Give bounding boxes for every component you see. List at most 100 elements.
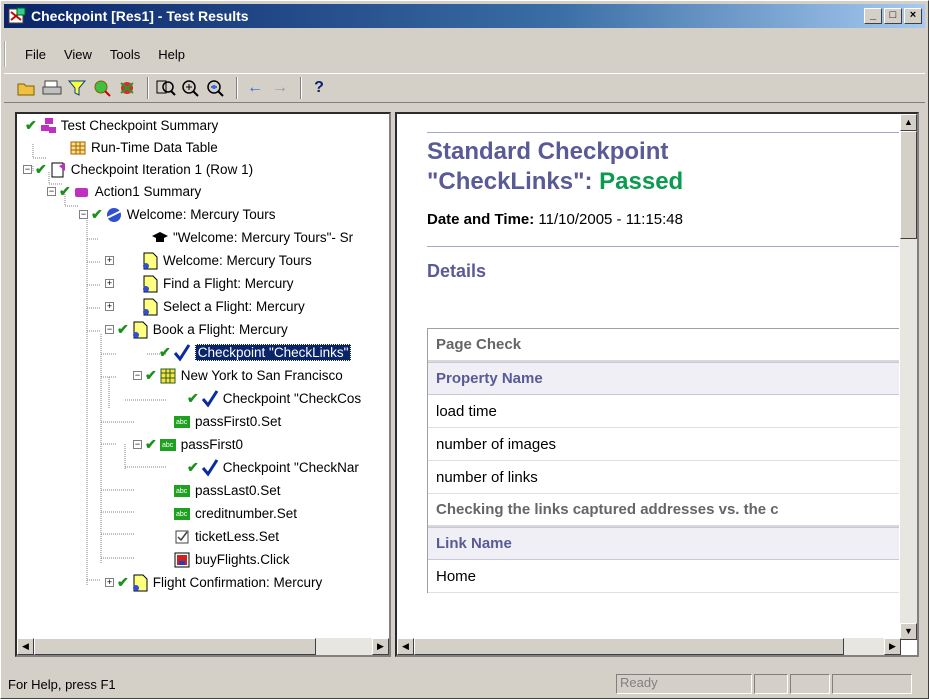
edit-field-icon: abc (173, 505, 191, 523)
menu-help[interactable]: Help (149, 47, 194, 62)
tree-item[interactable]: abc creditnumber.Set (173, 503, 297, 524)
checkbox-icon (173, 528, 191, 546)
svg-text:abc: abc (176, 419, 188, 426)
iteration-icon (49, 161, 67, 179)
report-title: Standard Checkpoint "CheckLinks": Passed (427, 138, 684, 195)
close-button[interactable]: × (904, 8, 922, 24)
scroll-thumb[interactable] (34, 638, 316, 655)
details-table: Page Check Property Name load time numbe… (427, 328, 899, 593)
expand-toggle[interactable]: + (105, 302, 114, 311)
zoom-in-icon[interactable] (180, 77, 202, 99)
tree-item[interactable]: − ✔ abc passFirst0 (133, 434, 243, 455)
collapse-toggle[interactable]: − (23, 165, 32, 174)
tree-item[interactable]: + Find a Flight: Mercury (105, 273, 294, 294)
tree-item[interactable]: − ✔ Book a Flight: Mercury (105, 319, 288, 340)
tree-item[interactable]: ✔ Checkpoint "CheckNar (187, 457, 359, 478)
expand-toggle[interactable]: + (105, 256, 114, 265)
menu-view[interactable]: View (55, 47, 101, 62)
open-icon[interactable] (16, 77, 38, 99)
collapse-toggle[interactable]: − (79, 210, 88, 219)
toolbar-separator (147, 77, 149, 99)
checkmark-icon: ✔ (25, 117, 37, 133)
collapse-toggle[interactable]: − (133, 371, 142, 380)
svg-text:abc: abc (176, 488, 188, 495)
checkmark-icon: ✔ (91, 206, 103, 222)
help-icon[interactable]: ? (308, 77, 330, 99)
details-heading: Details (427, 261, 487, 281)
scroll-thumb[interactable] (414, 638, 844, 655)
minimize-button[interactable]: _ (864, 8, 882, 24)
tree-item[interactable]: abc passFirst0.Set (173, 411, 281, 432)
filter-icon[interactable] (66, 77, 88, 99)
collapse-toggle[interactable]: − (47, 187, 56, 196)
scroll-right-icon[interactable]: ▶ (884, 638, 901, 655)
results-tree[interactable]: ✔ Test Checkpoint Summary Run-Time Data … (15, 112, 391, 657)
menu-bar: File View Tools Help (4, 41, 194, 67)
status-panel (754, 674, 788, 694)
table-row: Home (428, 560, 899, 593)
expand-toggle[interactable]: + (105, 578, 114, 587)
tree-item[interactable]: "Welcome: Mercury Tours"- Sr (151, 227, 353, 248)
checkmark-icon: ✔ (145, 367, 157, 383)
print-icon[interactable] (41, 77, 63, 99)
scroll-up-icon[interactable]: ▲ (900, 114, 917, 131)
collapse-toggle[interactable]: − (133, 440, 142, 449)
tree-item[interactable]: abc passLast0.Set (173, 480, 281, 501)
action-icon (73, 183, 91, 201)
tree-item[interactable]: − ✔ Checkpoint Iteration 1 (Row 1) (23, 159, 253, 180)
scroll-down-icon[interactable]: ▼ (900, 623, 917, 640)
checkmark-icon: ✔ (59, 183, 71, 199)
window-title: Checkpoint [Res1] - Test Results (31, 8, 249, 24)
svg-text:abc: abc (176, 511, 188, 518)
tree-item[interactable]: + Select a Flight: Mercury (105, 296, 305, 317)
bug-icon[interactable] (116, 77, 138, 99)
tree-item[interactable]: ✔ Test Checkpoint Summary (25, 115, 218, 136)
tree-item[interactable]: + ✔ Flight Confirmation: Mercury (105, 572, 322, 593)
checkpoint-icon (201, 458, 219, 477)
tree-item[interactable]: − ✔ Welcome: Mercury Tours (79, 204, 276, 225)
find-icon[interactable] (91, 77, 113, 99)
scroll-left-icon[interactable]: ◀ (17, 638, 34, 655)
status-help-text: For Help, press F1 (8, 676, 116, 692)
tree-item[interactable]: + Welcome: Mercury Tours (105, 250, 312, 271)
tree-item[interactable]: Run-Time Data Table (69, 137, 218, 158)
expand-toggle[interactable]: + (105, 279, 114, 288)
scroll-left-icon[interactable]: ◀ (397, 638, 414, 655)
scroll-right-icon[interactable]: ▶ (372, 638, 389, 655)
tree-item[interactable]: ticketLess.Set (173, 526, 279, 547)
edit-field-icon: abc (173, 413, 191, 431)
checkmark-icon: ✔ (145, 436, 157, 452)
report-vertical-scrollbar[interactable]: ▲ ▼ (900, 114, 917, 640)
svg-text:abc: abc (162, 442, 174, 449)
divider (427, 132, 899, 133)
zoom-fit-icon[interactable] (155, 77, 177, 99)
header-row: Link Name (428, 527, 899, 560)
page-icon (141, 275, 159, 293)
checkpoint-icon (201, 389, 219, 408)
report-horizontal-scrollbar[interactable]: ◀ ▶ (397, 638, 901, 655)
toolbar-separator (300, 77, 302, 99)
table-row: number of images (428, 428, 899, 461)
tree-item[interactable]: buyFlights.Click (173, 549, 290, 570)
tree-item[interactable]: − ✔ Action1 Summary (47, 181, 201, 202)
menu-tools[interactable]: Tools (101, 47, 149, 62)
divider (427, 246, 899, 247)
checkmark-icon: ✔ (35, 161, 47, 177)
back-arrow-icon[interactable]: ← (244, 77, 266, 99)
app-window: Checkpoint [Res1] - Test Results _ □ × F… (0, 0, 929, 699)
section-row: Checking the links captured addresses vs… (428, 494, 899, 527)
collapse-toggle[interactable]: − (105, 325, 114, 334)
edit-field-icon: abc (173, 482, 191, 500)
checkmark-icon: ✔ (117, 321, 129, 337)
menu-file[interactable]: File (16, 47, 55, 62)
tree-horizontal-scrollbar[interactable]: ◀ ▶ (17, 638, 389, 655)
tree-item[interactable]: ✔ Checkpoint "CheckCos (187, 388, 361, 409)
title-bar[interactable]: Checkpoint [Res1] - Test Results _ □ × (4, 4, 925, 28)
zoom-out-icon[interactable] (205, 77, 227, 99)
page-icon (141, 252, 159, 270)
edit-field-icon: abc (159, 436, 177, 454)
tree-item[interactable]: − ✔ New York to San Francisco (133, 365, 343, 386)
tree-item-selected[interactable]: ✔ Checkpoint "CheckLinks" (159, 342, 352, 363)
scroll-thumb[interactable] (900, 131, 917, 239)
maximize-button[interactable]: □ (884, 8, 902, 24)
